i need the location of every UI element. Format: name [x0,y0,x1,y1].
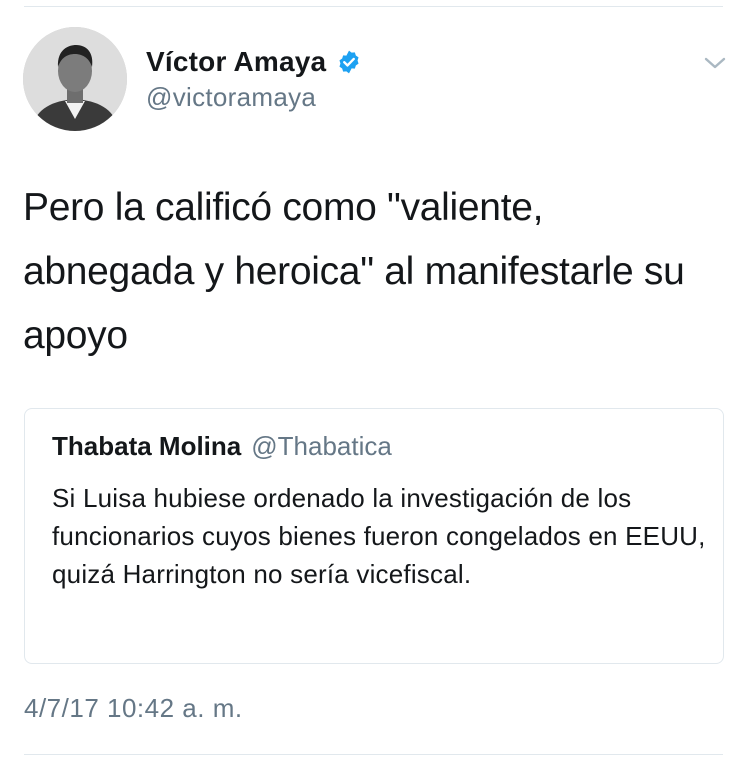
top-divider [24,6,723,7]
author-name-row: Víctor Amaya [146,44,362,80]
chevron-down-icon[interactable] [703,54,727,72]
avatar-photo [23,27,127,131]
quoted-tweet-card[interactable]: Thabata Molina @Thabatica Si Luisa hubies… [24,408,724,664]
author-display-name[interactable]: Víctor Amaya [146,46,326,78]
verified-badge-icon [336,49,362,75]
author-handle[interactable]: @victoramaya [146,82,362,113]
quoted-author-name: Thabata Molina [52,431,242,461]
avatar[interactable] [23,27,127,131]
tweet-text: Pero la calificó como "valiente, abnegad… [23,186,685,357]
quoted-tweet-text: Si Luisa hubiese ordenado la investigaci… [52,483,706,589]
author-block: Víctor Amaya @victoramaya [146,44,362,113]
bottom-divider [24,754,723,755]
quoted-tweet-header: Thabata Molina @Thabatica [52,431,392,462]
tweet-timestamp[interactable]: 4/7/17 10:42 a. m. [24,693,243,724]
quoted-author-handle: @Thabatica [251,431,392,461]
